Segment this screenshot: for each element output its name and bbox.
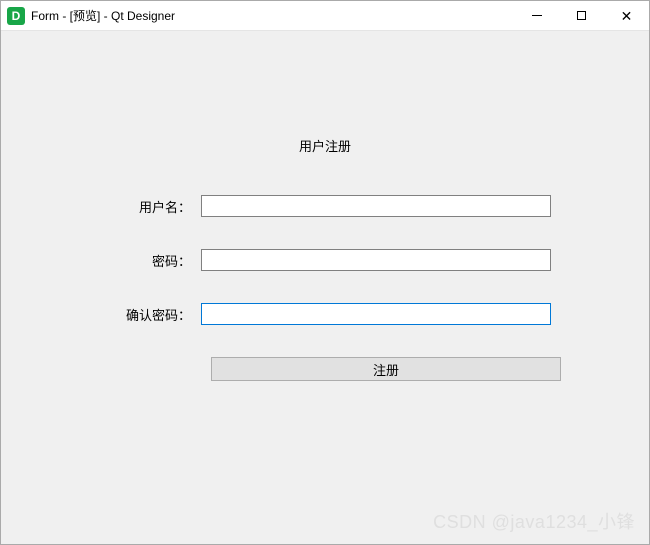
watermark: CSDN @java1234_小锋 [433, 508, 635, 534]
app-icon: D [7, 7, 25, 25]
password-input[interactable] [201, 249, 551, 271]
username-label: 用户名： [101, 197, 201, 216]
confirm-password-row: 确认密码： [1, 303, 649, 325]
window-controls: ✕ [514, 1, 649, 30]
content-area: 用户注册 用户名： 密码： 确认密码： 注册 CSDN @java1234_小锋 [1, 31, 649, 544]
password-label: 密码： [101, 251, 201, 270]
button-row: 注册 [1, 357, 649, 381]
password-row: 密码： [1, 249, 649, 271]
minimize-icon [532, 15, 542, 16]
register-button[interactable]: 注册 [211, 357, 561, 381]
titlebar: D Form - [预览] - Qt Designer ✕ [1, 1, 649, 31]
minimize-button[interactable] [514, 1, 559, 30]
form-heading: 用户注册 [1, 136, 649, 155]
close-icon: ✕ [621, 9, 633, 23]
close-button[interactable]: ✕ [604, 1, 649, 30]
username-input[interactable] [201, 195, 551, 217]
confirm-password-label: 确认密码： [101, 305, 201, 324]
window-title: Form - [预览] - Qt Designer [31, 7, 514, 24]
maximize-icon [577, 11, 586, 20]
username-row: 用户名： [1, 195, 649, 217]
window: D Form - [预览] - Qt Designer ✕ 用户注册 用户名： … [0, 0, 650, 545]
confirm-password-input[interactable] [201, 303, 551, 325]
maximize-button[interactable] [559, 1, 604, 30]
